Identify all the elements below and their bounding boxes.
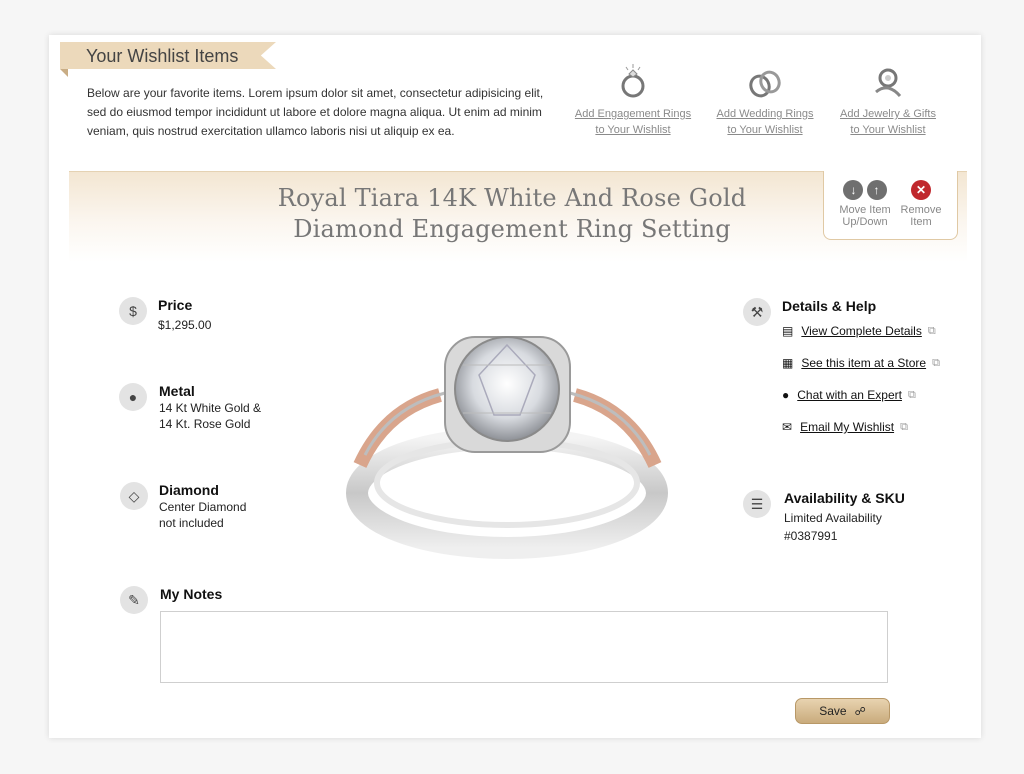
page-title: Your Wishlist Items xyxy=(86,46,239,66)
arrow-down-icon: ↓ xyxy=(850,183,857,197)
chat-expert-link[interactable]: ● Chat with an Expert ⧉ xyxy=(782,388,916,402)
add-wedding-rings-link[interactable]: Add Wedding Rings to Your Wishlist xyxy=(713,62,817,138)
remove-item-label: Remove Item xyxy=(900,204,942,228)
envelope-icon: ✉ xyxy=(782,420,793,434)
metal-label: Metal xyxy=(159,383,195,399)
external-window-icon: ⧉ xyxy=(900,420,908,433)
move-item-label: Move Item Up/Down xyxy=(839,204,891,228)
notes-heading: My Notes xyxy=(160,586,223,602)
email-wishlist-link[interactable]: ✉ Email My Wishlist ⧉ xyxy=(782,420,908,434)
dollar-icon: $ xyxy=(119,297,147,325)
barcode-icon: ☰ xyxy=(743,490,771,518)
move-item-control: ↓ ↑ Move Item Up/Down xyxy=(835,180,895,228)
remove-item-control[interactable]: ✕ Remove Item xyxy=(896,180,946,228)
external-window-icon: ⧉ xyxy=(932,356,940,369)
move-down-button[interactable]: ↓ xyxy=(843,180,864,200)
close-icon: ✕ xyxy=(915,183,927,197)
see-in-store-link[interactable]: ▦ See this item at a Store ⧉ xyxy=(782,356,940,370)
item-title: Royal Tiara 14K White And Rose Gold Diam… xyxy=(277,184,747,243)
save-button[interactable]: Save ☍ xyxy=(795,698,890,724)
add-engagement-rings-link[interactable]: Add Engagement Rings to Your Wishlist xyxy=(572,62,694,138)
availability-value: Limited Availability #0387991 xyxy=(784,511,882,543)
external-window-icon: ⧉ xyxy=(927,324,936,337)
move-up-button[interactable]: ↑ xyxy=(866,180,887,200)
document-icon: ▤ xyxy=(782,324,794,338)
add-jewelry-gifts-link[interactable]: Add Jewelry & Gifts to Your Wishlist xyxy=(836,62,940,138)
external-window-icon: ⧉ xyxy=(907,388,916,401)
view-details-link[interactable]: ▤ View Complete Details ⧉ xyxy=(782,324,936,338)
pencil-icon: ✎ xyxy=(120,586,148,614)
save-icon: ☍ xyxy=(854,705,866,718)
wedding-rings-icon xyxy=(749,70,781,98)
arrow-up-icon: ↑ xyxy=(873,183,880,197)
price-value: $1,295.00 xyxy=(158,318,212,332)
availability-heading: Availability & SKU xyxy=(784,490,905,506)
wishlist-banner: Your Wishlist Items xyxy=(60,42,276,77)
engagement-ring-icon xyxy=(621,64,645,98)
price-label: Price xyxy=(158,297,193,313)
intro-text: Below are your favorite items. Lorem ips… xyxy=(87,86,544,138)
wrench-icon: ⚒ xyxy=(743,298,771,326)
metal-value: 14 Kt White Gold & 14 Kt. Rose Gold xyxy=(159,401,262,431)
notes-input[interactable] xyxy=(160,611,888,683)
remove-item-button[interactable]: ✕ xyxy=(911,180,931,200)
jewelry-gifts-icon xyxy=(875,68,902,98)
details-help-heading: Details & Help xyxy=(782,298,877,314)
diamond-icon: ◇ xyxy=(120,482,148,510)
chat-bubble-icon: ● xyxy=(782,388,790,402)
calendar-icon: ▦ xyxy=(782,356,794,370)
diamond-label: Diamond xyxy=(159,482,219,498)
diamond-value: Center Diamond not included xyxy=(159,500,247,530)
ring-image xyxy=(346,336,668,559)
metal-drop-icon: ● xyxy=(119,383,147,411)
